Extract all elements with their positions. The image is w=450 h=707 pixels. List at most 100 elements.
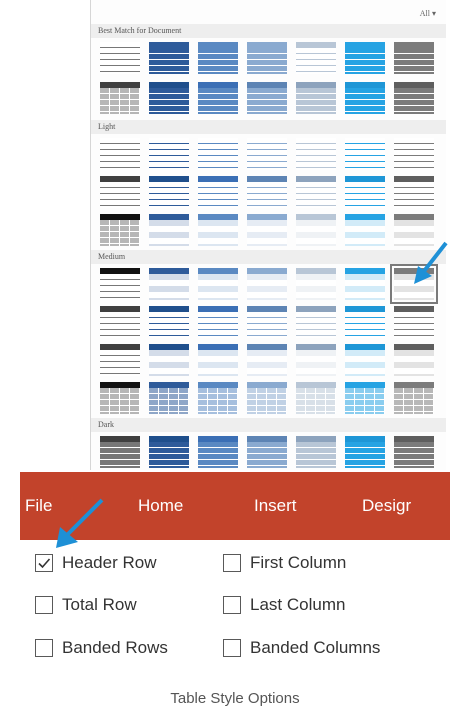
tab-design[interactable]: Desigr <box>362 496 411 516</box>
table-style-swatch[interactable] <box>296 306 336 338</box>
style-row <box>100 264 440 304</box>
style-row <box>100 436 440 470</box>
table-style-swatch[interactable] <box>198 268 238 300</box>
table-style-swatch[interactable] <box>100 436 140 468</box>
section-light: Light <box>91 120 446 134</box>
style-row <box>100 138 440 172</box>
table-style-swatch[interactable] <box>100 42 140 74</box>
table-style-swatch[interactable] <box>394 382 434 414</box>
table-style-swatch[interactable] <box>149 344 189 376</box>
table-style-swatch[interactable] <box>100 382 140 414</box>
table-style-swatch[interactable] <box>149 306 189 338</box>
style-row <box>100 82 440 116</box>
checkbox-label: Header Row <box>62 553 157 572</box>
gallery-header: All ▾ <box>91 0 446 24</box>
table-style-swatch[interactable] <box>100 344 140 376</box>
table-style-swatch[interactable] <box>149 176 189 208</box>
checkbox-label: Banded Rows <box>62 638 168 657</box>
table-style-swatch[interactable] <box>394 436 434 468</box>
tab-file[interactable]: File <box>25 496 52 516</box>
table-style-swatch[interactable] <box>198 42 238 74</box>
table-style-swatch[interactable] <box>247 42 287 74</box>
checkmark-icon <box>38 558 51 569</box>
table-style-swatch[interactable] <box>394 306 434 338</box>
table-style-swatch[interactable] <box>198 176 238 208</box>
table-style-swatch[interactable] <box>247 306 287 338</box>
table-style-swatch[interactable] <box>198 382 238 414</box>
tab-home[interactable]: Home <box>138 496 183 516</box>
checkbox-box[interactable] <box>35 554 53 572</box>
table-style-swatch[interactable] <box>198 436 238 468</box>
table-style-swatch[interactable] <box>296 82 336 114</box>
table-style-swatch[interactable] <box>394 344 434 376</box>
table-style-swatch[interactable] <box>247 176 287 208</box>
table-style-swatch[interactable] <box>394 138 434 170</box>
checkbox-box[interactable] <box>35 639 53 657</box>
table-style-swatch[interactable] <box>198 214 238 246</box>
table-style-swatch[interactable] <box>100 82 140 114</box>
checkbox-label: First Column <box>250 553 347 572</box>
table-style-swatch[interactable] <box>345 436 385 468</box>
group-label: Table Style Options <box>170 690 300 707</box>
table-style-swatch[interactable] <box>100 176 140 208</box>
table-style-swatch[interactable] <box>394 82 434 114</box>
table-style-swatch[interactable] <box>149 82 189 114</box>
table-style-swatch[interactable] <box>345 176 385 208</box>
table-style-swatch[interactable] <box>149 382 189 414</box>
style-row <box>100 176 440 210</box>
style-row <box>100 344 440 378</box>
table-style-swatch[interactable] <box>296 344 336 376</box>
table-style-swatch[interactable] <box>345 306 385 338</box>
table-style-swatch[interactable] <box>345 268 385 300</box>
table-style-swatch[interactable] <box>149 42 189 74</box>
table-style-swatch[interactable] <box>198 344 238 376</box>
checkbox-box[interactable] <box>223 596 241 614</box>
table-style-swatch[interactable] <box>198 138 238 170</box>
table-style-swatch[interactable] <box>296 436 336 468</box>
table-style-swatch[interactable] <box>149 436 189 468</box>
table-style-swatch[interactable] <box>345 382 385 414</box>
table-style-swatch[interactable] <box>247 382 287 414</box>
table-style-swatch[interactable] <box>296 42 336 74</box>
table-style-swatch[interactable] <box>394 176 434 208</box>
checkbox-label: Last Column <box>250 595 346 614</box>
table-style-swatch[interactable] <box>100 138 140 170</box>
checkbox-box[interactable] <box>223 554 241 572</box>
table-style-swatch[interactable] <box>345 214 385 246</box>
table-style-swatch[interactable] <box>296 176 336 208</box>
section-title: Light <box>98 122 116 131</box>
table-style-swatch[interactable] <box>100 214 140 246</box>
table-style-swatch[interactable] <box>149 138 189 170</box>
section-medium: Medium <box>91 250 446 264</box>
table-style-swatch[interactable] <box>296 268 336 300</box>
table-style-swatch[interactable] <box>247 82 287 114</box>
style-row <box>100 214 440 248</box>
table-style-swatch[interactable] <box>100 306 140 338</box>
table-style-swatch[interactable] <box>247 214 287 246</box>
table-style-swatch[interactable] <box>247 436 287 468</box>
table-style-swatch[interactable] <box>149 268 189 300</box>
table-style-swatch[interactable] <box>345 344 385 376</box>
table-style-swatch[interactable] <box>345 82 385 114</box>
checkbox-box[interactable] <box>223 639 241 657</box>
style-row <box>100 306 440 340</box>
table-style-swatch[interactable] <box>345 138 385 170</box>
table-style-swatch[interactable] <box>198 306 238 338</box>
checkbox-box[interactable] <box>35 596 53 614</box>
table-style-swatch[interactable] <box>296 382 336 414</box>
table-style-swatch[interactable] <box>247 268 287 300</box>
table-style-swatch[interactable] <box>100 268 140 300</box>
table-style-swatch[interactable] <box>198 82 238 114</box>
tab-insert[interactable]: Insert <box>254 496 297 516</box>
table-style-options-group: Header Row First Column Total Row Last C… <box>20 540 450 707</box>
table-style-swatch[interactable] <box>247 138 287 170</box>
table-style-swatch[interactable] <box>394 42 434 74</box>
table-style-swatch[interactable] <box>296 138 336 170</box>
table-style-swatch[interactable] <box>149 214 189 246</box>
table-style-swatch[interactable] <box>247 344 287 376</box>
table-style-swatch[interactable] <box>296 214 336 246</box>
table-style-swatch[interactable] <box>345 42 385 74</box>
gallery-filter-dropdown[interactable]: All ▾ <box>420 9 436 18</box>
section-dark: Dark <box>91 418 446 432</box>
style-row <box>100 42 440 76</box>
